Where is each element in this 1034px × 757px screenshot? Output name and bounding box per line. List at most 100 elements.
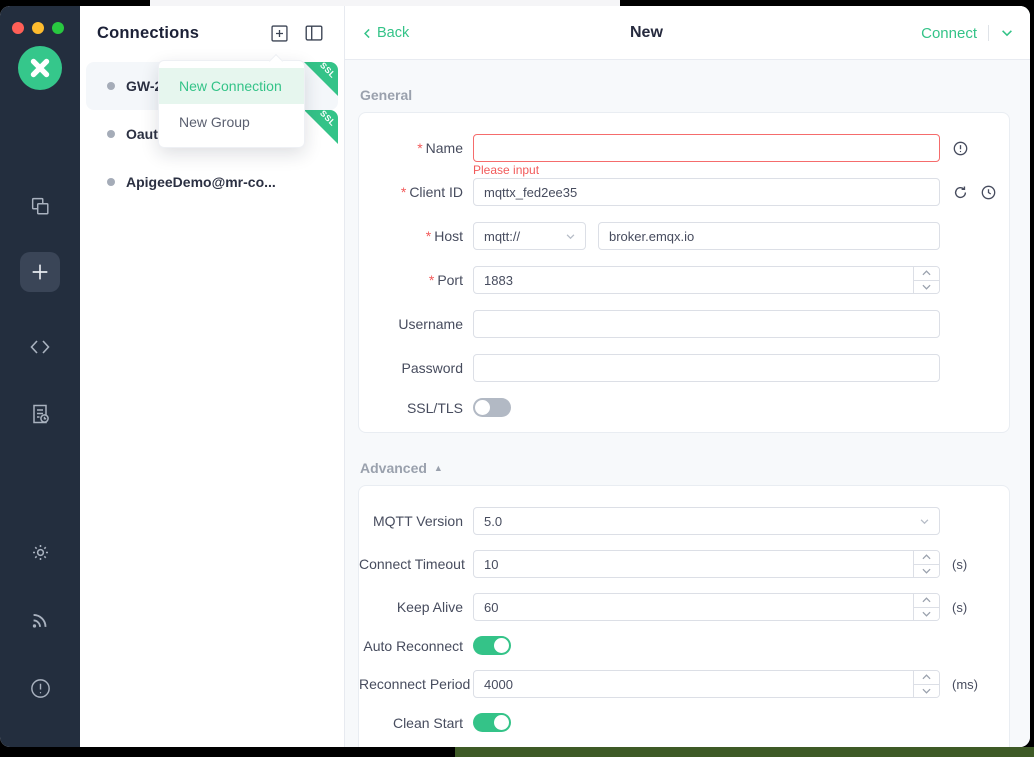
connections-title: Connections (97, 24, 256, 43)
connect-button[interactable]: Connect (921, 25, 977, 42)
ssl-badge: SSL (304, 110, 338, 144)
keep-alive-label: Keep Alive (359, 599, 463, 615)
password-input[interactable] (473, 354, 940, 382)
reconnect-period-input[interactable] (473, 670, 940, 698)
main-header: Back New Connect (345, 6, 1030, 60)
reconnect-period-row: Reconnect Period (359, 670, 1009, 698)
decrement-button[interactable] (914, 565, 939, 578)
ssl-tls-row: SSL/TLS (359, 398, 1009, 417)
mqttx-window: Connections GW-2... (0, 6, 1030, 747)
increment-button[interactable] (914, 594, 939, 608)
back-button[interactable]: Back (361, 6, 409, 60)
warning-icon (953, 141, 968, 156)
client-id-row: *Client ID (359, 178, 1009, 206)
connection-item-3[interactable]: ApigeeDemo@mr-co... (86, 158, 338, 206)
name-error-text: Please input (473, 163, 539, 177)
name-row: *Name Please input (359, 134, 1009, 162)
reconnect-period-unit: (ms) (952, 677, 978, 692)
header-actions: Connect (921, 6, 1014, 60)
connect-timeout-row: Connect Timeout (359, 550, 1009, 578)
password-row: Password (359, 354, 1009, 382)
log-nav-icon[interactable] (28, 402, 52, 426)
script-nav-icon[interactable] (28, 335, 52, 359)
ssl-badge: SSL (304, 62, 338, 96)
host-input[interactable] (598, 222, 940, 250)
mqtt-version-label: MQTT Version (359, 513, 463, 529)
keep-alive-unit: (s) (952, 600, 967, 615)
connections-header: Connections (80, 6, 344, 53)
settings-nav-icon[interactable] (28, 540, 52, 564)
clean-start-toggle[interactable] (473, 713, 511, 732)
advanced-card: MQTT Version 5.0 (358, 485, 1010, 747)
menu-item-new-group[interactable]: New Group (159, 104, 304, 140)
zoom-button[interactable] (52, 22, 64, 34)
increment-button[interactable] (914, 267, 939, 281)
minimize-button[interactable] (32, 22, 44, 34)
connections-panel: Connections GW-2... (80, 6, 345, 747)
menu-arrow (269, 54, 283, 68)
client-id-label: *Client ID (359, 184, 463, 200)
connect-dropdown-button[interactable] (1000, 26, 1014, 40)
connection-status-dot (107, 130, 115, 138)
refresh-icon[interactable] (953, 185, 968, 200)
auto-reconnect-row: Auto Reconnect (359, 636, 1009, 655)
decrement-button[interactable] (914, 608, 939, 621)
add-connection-button[interactable] (267, 21, 291, 45)
connect-timeout-input[interactable] (473, 550, 940, 578)
client-id-input[interactable] (473, 178, 940, 206)
port-input[interactable] (473, 266, 940, 294)
connect-timeout-unit: (s) (952, 557, 967, 572)
broadcast-nav-icon[interactable] (28, 608, 52, 632)
connection-status-dot (107, 178, 115, 186)
port-stepper (913, 267, 939, 293)
reconnect-period-label: Reconnect Period (359, 676, 463, 692)
host-label: *Host (359, 228, 463, 244)
ssl-tls-toggle[interactable] (473, 398, 511, 417)
increment-button[interactable] (914, 671, 939, 685)
connection-item-label: ApigeeDemo@mr-co... (126, 174, 276, 190)
ssl-tls-label: SSL/TLS (359, 400, 463, 416)
mqttx-logo (18, 46, 62, 90)
new-connection-nav-button[interactable] (20, 252, 60, 292)
protocol-select[interactable]: mqtt:// (473, 222, 586, 250)
clean-start-label: Clean Start (359, 715, 463, 731)
chevron-down-icon (565, 231, 576, 242)
decrement-button[interactable] (914, 685, 939, 698)
connections-nav-icon[interactable] (28, 194, 52, 218)
new-dropdown-menu: New Connection New Group (158, 60, 305, 148)
about-nav-icon[interactable] (28, 676, 52, 700)
mqtt-version-select[interactable]: 5.0 (473, 507, 940, 535)
port-label: *Port (359, 272, 463, 288)
general-section-label: General (360, 87, 1010, 103)
chevron-left-icon (361, 27, 374, 40)
history-clock-icon[interactable] (981, 185, 996, 200)
username-row: Username (359, 310, 1009, 338)
auto-reconnect-toggle[interactable] (473, 636, 511, 655)
desktop: New (0, 0, 1034, 757)
keep-alive-input[interactable] (473, 593, 940, 621)
password-label: Password (359, 360, 463, 376)
keep-alive-row: Keep Alive (359, 593, 1009, 621)
username-label: Username (359, 316, 463, 332)
form-scroll-area: General *Name Please input (345, 60, 1030, 747)
general-card: *Name Please input (358, 112, 1010, 433)
reconnect-period-stepper (913, 671, 939, 697)
main-area: Back New Connect General (345, 6, 1030, 747)
port-row: *Port (359, 266, 1009, 294)
chevron-down-icon (1000, 26, 1014, 40)
username-input[interactable] (473, 310, 940, 338)
advanced-section-label[interactable]: Advanced▲ (360, 460, 1010, 476)
host-row: *Host mqtt:// (359, 222, 1009, 250)
chevron-down-icon (919, 516, 930, 527)
close-button[interactable] (12, 22, 24, 34)
collapse-triangle-icon: ▲ (434, 463, 443, 473)
desktop-wallpaper (455, 747, 1034, 757)
auto-reconnect-label: Auto Reconnect (359, 638, 463, 654)
connection-status-dot (107, 82, 115, 90)
name-input[interactable] (473, 134, 940, 162)
page-title: New (630, 6, 663, 60)
decrement-button[interactable] (914, 281, 939, 294)
collapse-panel-button[interactable] (302, 21, 326, 45)
increment-button[interactable] (914, 551, 939, 565)
menu-item-new-connection[interactable]: New Connection (159, 68, 304, 104)
